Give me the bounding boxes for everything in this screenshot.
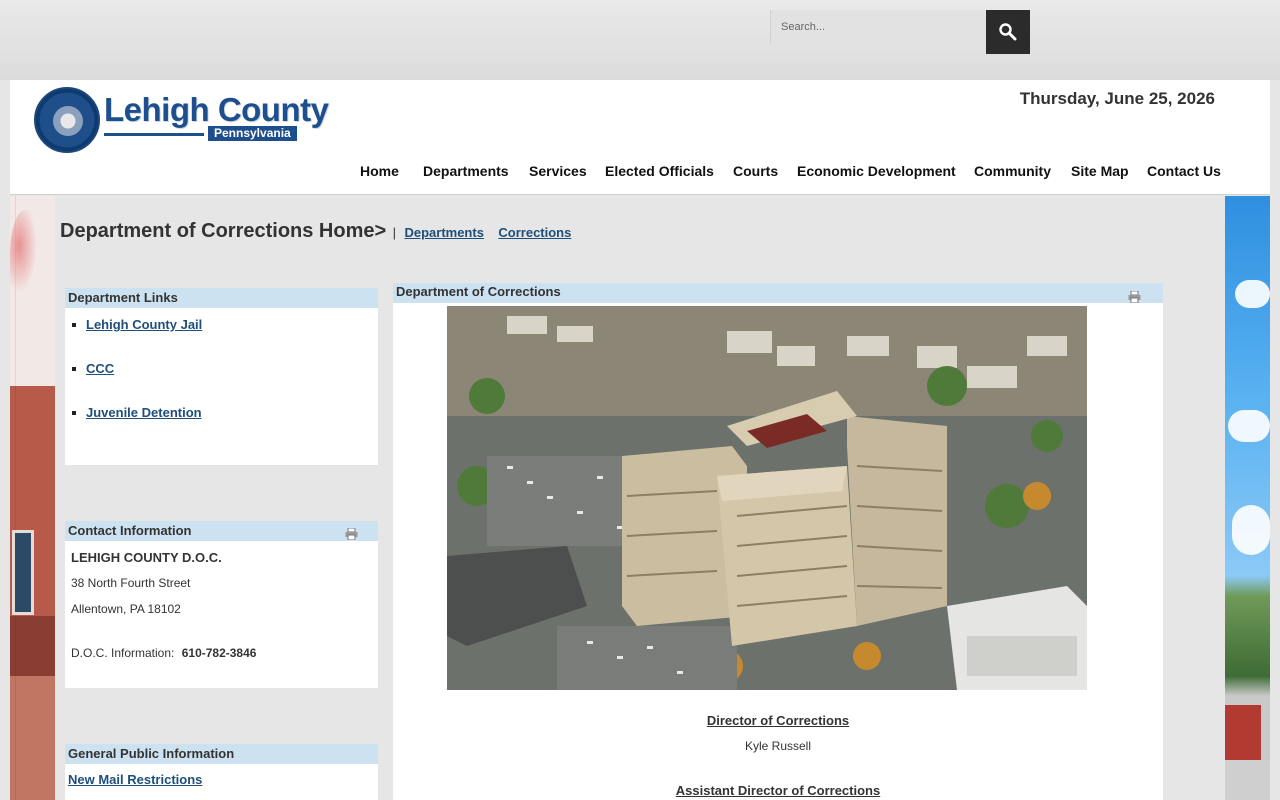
contact-street: 38 North Fourth Street — [71, 576, 191, 590]
nav-elected-officials[interactable]: Elected Officials — [605, 163, 714, 179]
nav-services[interactable]: Services — [529, 163, 587, 179]
assistant-director-title-link[interactable]: Assistant Director of Corrections — [676, 783, 880, 798]
link-ccc[interactable]: CCC — [86, 361, 114, 376]
search-box — [770, 10, 986, 44]
main-nav: Home Departments Services Elected Offici… — [10, 163, 1270, 185]
nav-contact-us[interactable]: Contact Us — [1147, 163, 1221, 179]
left-decorative-window — [12, 530, 34, 615]
department-links-panel: Department Links Lehigh County Jail CCC … — [65, 288, 378, 465]
right-decorative-building — [1225, 760, 1270, 800]
corrections-heading: Department of Corrections — [396, 284, 561, 299]
contact-info-header: Contact Information — [65, 521, 378, 541]
contact-name: LEHIGH COUNTY D.O.C. — [71, 550, 222, 565]
left-decorative-leaf — [10, 210, 40, 300]
assistant-title-row: Assistant Director of Corrections — [393, 783, 1163, 798]
print-icon[interactable] — [1128, 291, 1141, 303]
contact-info-label: D.O.C. Information: — [71, 646, 175, 660]
general-info-heading: General Public Information — [65, 744, 378, 764]
right-decorative-cloud — [1228, 410, 1270, 442]
corrections-main-panel: Department of Corrections Director of Co… — [393, 283, 1163, 800]
director-title-row: Director of Corrections — [393, 713, 1163, 728]
contact-city: Allentown, PA 18102 — [71, 602, 181, 616]
link-juvenile-detention[interactable]: Juvenile Detention — [86, 405, 202, 420]
logo-subtitle: Pennsylvania — [208, 126, 297, 141]
breadcrumb-departments[interactable]: Departments — [404, 225, 483, 240]
logo-title: Lehigh County — [104, 91, 329, 128]
current-date: Thursday, June 25, 2026 — [1019, 89, 1215, 108]
site-header: Lehigh County Pennsylvania Thursday, Jun… — [10, 80, 1270, 195]
right-decorative-cloud — [1232, 505, 1270, 555]
nav-economic-development[interactable]: Economic Development — [797, 163, 956, 179]
top-bar — [0, 0, 1280, 80]
breadcrumb-corrections[interactable]: Corrections — [498, 225, 571, 240]
nav-departments[interactable]: Departments — [423, 163, 509, 179]
link-new-mail-restrictions[interactable]: New Mail Restrictions — [68, 772, 202, 787]
search-button[interactable] — [986, 10, 1030, 54]
breadcrumb: Department of Corrections Home> | Depart… — [60, 220, 577, 243]
bullet — [72, 323, 76, 327]
nav-courts[interactable]: Courts — [733, 163, 778, 179]
nav-community[interactable]: Community — [974, 163, 1051, 179]
contact-info-heading: Contact Information — [68, 523, 192, 538]
page-title: Department of Corrections Home> — [60, 220, 387, 242]
corrections-header: Department of Corrections — [393, 283, 1163, 303]
breadcrumb-separator: | — [392, 225, 397, 240]
nav-site-map[interactable]: Site Map — [1071, 163, 1129, 179]
county-seal-icon — [34, 87, 100, 153]
logo-rule — [104, 133, 204, 136]
department-links-heading: Department Links — [65, 288, 378, 308]
nav-home[interactable]: Home — [360, 163, 399, 179]
link-lehigh-county-jail[interactable]: Lehigh County Jail — [86, 317, 202, 332]
print-icon[interactable] — [345, 528, 358, 540]
general-info-panel: General Public Information New Mail Rest… — [65, 744, 378, 800]
bullet — [72, 367, 76, 371]
contact-phone-row: D.O.C. Information: 610-782-3846 — [71, 646, 256, 660]
director-title-link[interactable]: Director of Corrections — [707, 713, 849, 728]
search-input[interactable] — [771, 10, 986, 44]
director-name: Kyle Russell — [744, 739, 812, 753]
right-decorative-cloud — [1235, 280, 1270, 308]
right-decorative-house — [1225, 705, 1261, 765]
main-content: Department of Corrections Home> | Depart… — [55, 196, 1225, 800]
search-icon — [999, 23, 1017, 41]
bullet — [72, 411, 76, 415]
contact-info-panel: Contact Information LEHIGH COUNTY D.O.C.… — [65, 521, 378, 688]
county-logo[interactable]: Lehigh County Pennsylvania — [34, 85, 334, 155]
contact-phone: 610-782-3846 — [181, 646, 257, 660]
correctional-facility-photo — [447, 306, 1087, 690]
